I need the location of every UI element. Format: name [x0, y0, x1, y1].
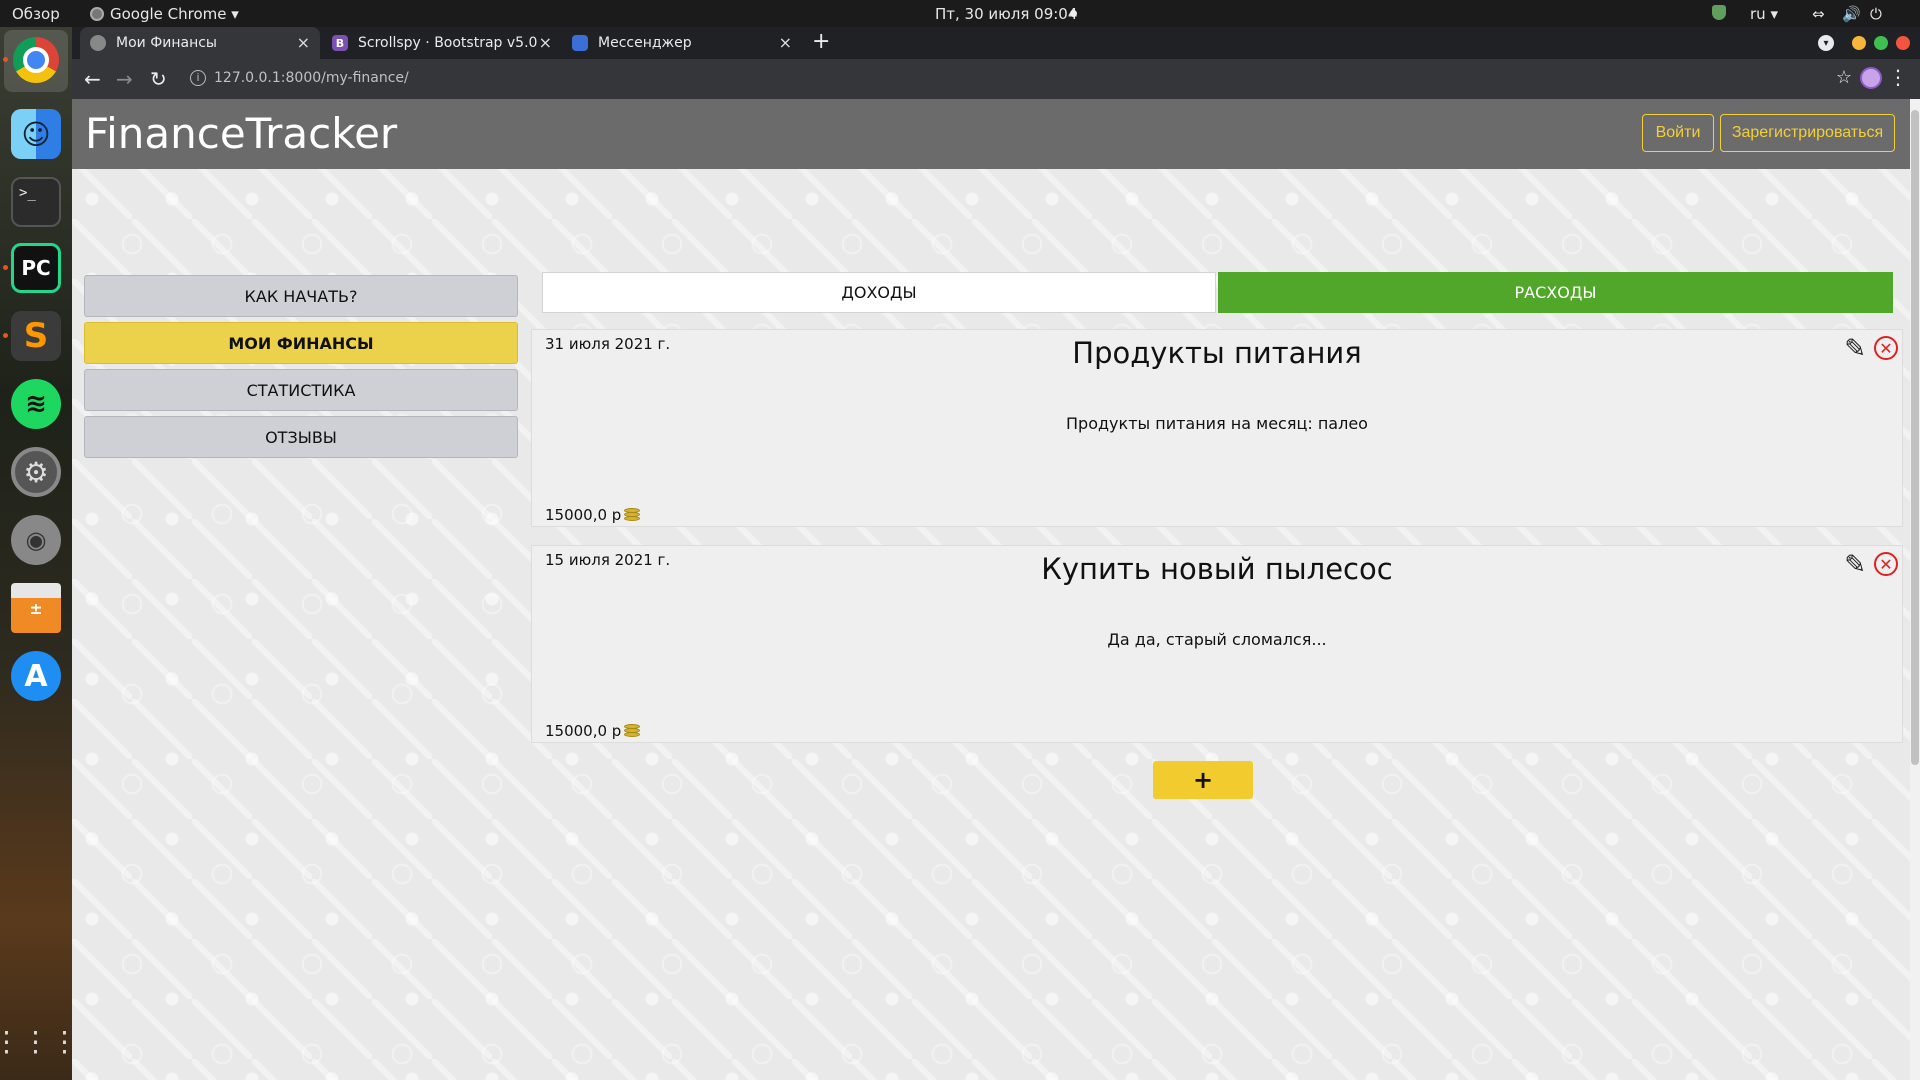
tab-expense[interactable]: РАСХОДЫ: [1218, 272, 1893, 313]
tab-title: Мессенджер: [598, 35, 692, 51]
tab-income[interactable]: ДОХОДЫ: [542, 272, 1216, 313]
globe-icon: [90, 35, 106, 51]
coins-icon: [624, 508, 641, 522]
window-controls: ▾: [1818, 35, 1910, 51]
close-tab-icon[interactable]: ×: [779, 33, 792, 52]
running-indicator: [3, 265, 8, 270]
sidebar-item-reviews[interactable]: ОТЗЫВЫ: [84, 416, 518, 458]
sidebar-item-statistics[interactable]: СТАТИСТИКА: [84, 369, 518, 411]
close-tab-icon[interactable]: ×: [297, 33, 310, 52]
finance-record-card: 15 июля 2021 г. Купить новый пылесос Да …: [531, 545, 1903, 743]
dock: ☺ >_ PC S ≋ ⚙ ◉ ± A ⋮⋮⋮: [0, 27, 79, 1080]
edit-pencil-icon[interactable]: ✎: [1844, 334, 1866, 364]
chrome-icon[interactable]: [11, 35, 61, 85]
reload-icon[interactable]: ↻: [150, 67, 167, 91]
settings-icon[interactable]: ⚙: [11, 447, 61, 497]
terminal-icon[interactable]: >_: [11, 177, 61, 227]
coins-icon: [624, 724, 641, 738]
record-amount: 15000,0 р: [545, 506, 641, 524]
login-button[interactable]: Войти: [1642, 114, 1714, 152]
running-indicator: [3, 333, 8, 338]
pycharm-icon[interactable]: PC: [11, 243, 61, 293]
sidebar-item-how-to-start[interactable]: КАК НАЧАТЬ?: [84, 275, 518, 317]
spotify-icon[interactable]: ≋: [11, 379, 61, 429]
record-title: Купить новый пылесос: [1041, 552, 1393, 586]
chrome-small-icon: [90, 7, 104, 21]
page-viewport: FinanceTracker Войти Зарегистрироваться …: [72, 99, 1910, 1080]
edit-pencil-icon[interactable]: ✎: [1844, 550, 1866, 580]
active-app-menu[interactable]: Google Chrome ▾: [90, 5, 239, 23]
minimize-button[interactable]: [1852, 36, 1866, 50]
calculator-icon[interactable]: ±: [11, 583, 61, 633]
tab-my-finance[interactable]: Мои Финансы ×: [80, 27, 320, 59]
system-top-bar: Обзор Google Chrome ▾ Пт, 30 июля 09:04 …: [0, 0, 1920, 27]
finance-record-card: 31 июля 2021 г. Продукты питания Продукт…: [531, 329, 1903, 527]
maximize-button[interactable]: [1874, 36, 1888, 50]
page-scrollbar[interactable]: [1910, 99, 1920, 1080]
new-tab-button[interactable]: +: [812, 29, 830, 54]
sidebar-item-my-finance[interactable]: МОИ ФИНАНСЫ: [84, 322, 518, 364]
language-selector[interactable]: ru ▾: [1750, 5, 1778, 23]
delete-icon[interactable]: ✕: [1874, 552, 1898, 576]
tab-title: Scrollspy · Bootstrap v5.0: [358, 35, 538, 51]
scrollbar-thumb[interactable]: [1911, 110, 1919, 765]
brand-logo[interactable]: FinanceTracker: [85, 109, 397, 158]
show-apps-grid-icon[interactable]: ⋮⋮⋮: [0, 1017, 79, 1067]
forward-icon[interactable]: →: [116, 67, 133, 91]
notification-dot-icon: [1070, 10, 1077, 17]
address-bar[interactable]: 127.0.0.1:8000/my-finance/: [214, 70, 409, 86]
tab-scrollspy[interactable]: B Scrollspy · Bootstrap v5.0 ×: [322, 27, 562, 59]
activities-button[interactable]: Обзор: [12, 5, 60, 23]
power-icon[interactable]: ⏻: [1870, 5, 1882, 23]
delete-icon[interactable]: ✕: [1874, 336, 1898, 360]
site-header: FinanceTracker Войти Зарегистрироваться: [72, 99, 1910, 169]
record-description: Продукты питания на месяц: палео: [1066, 414, 1368, 433]
site-info-icon[interactable]: i: [190, 70, 206, 86]
close-window-button[interactable]: [1896, 36, 1910, 50]
record-description: Да да, старый сломался...: [1107, 630, 1327, 649]
finder-icon[interactable]: ☺: [11, 109, 61, 159]
shield-icon[interactable]: [1712, 5, 1726, 20]
browser-tab-strip: Мои Финансы × B Scrollspy · Bootstrap v5…: [72, 27, 1920, 59]
tab-messenger[interactable]: Мессенджер ×: [562, 27, 802, 59]
clock[interactable]: Пт, 30 июля 09:04: [935, 5, 1077, 23]
volume-icon[interactable]: 🔊: [1842, 5, 1861, 23]
active-app-label: Google Chrome ▾: [110, 5, 239, 23]
network-icon[interactable]: ⇔: [1812, 5, 1825, 23]
close-tab-icon[interactable]: ×: [539, 33, 552, 52]
profile-avatar[interactable]: [1860, 67, 1882, 89]
amount-value: 15000,0 р: [545, 722, 622, 740]
record-title: Продукты питания: [1072, 336, 1362, 370]
tab-search-icon[interactable]: ▾: [1818, 35, 1834, 51]
record-amount: 15000,0 р: [545, 722, 641, 740]
sublime-text-icon[interactable]: S: [11, 311, 61, 361]
bootstrap-icon: B: [332, 35, 348, 51]
tab-title: Мои Финансы: [116, 35, 217, 51]
browser-toolbar: ← → ↻ i 127.0.0.1:8000/my-finance/ ☆ ⋮: [72, 59, 1920, 99]
back-icon[interactable]: ←: [84, 67, 101, 91]
app-store-icon[interactable]: A: [11, 651, 61, 701]
disk-utility-icon[interactable]: ◉: [11, 515, 61, 565]
bookmark-star-icon[interactable]: ☆: [1836, 67, 1852, 88]
running-indicator: [3, 57, 8, 62]
register-button[interactable]: Зарегистрироваться: [1720, 114, 1895, 152]
amount-value: 15000,0 р: [545, 506, 622, 524]
add-record-button[interactable]: +: [1153, 761, 1253, 799]
browser-menu-icon[interactable]: ⋮: [1888, 65, 1908, 89]
chat-icon: [572, 35, 588, 51]
